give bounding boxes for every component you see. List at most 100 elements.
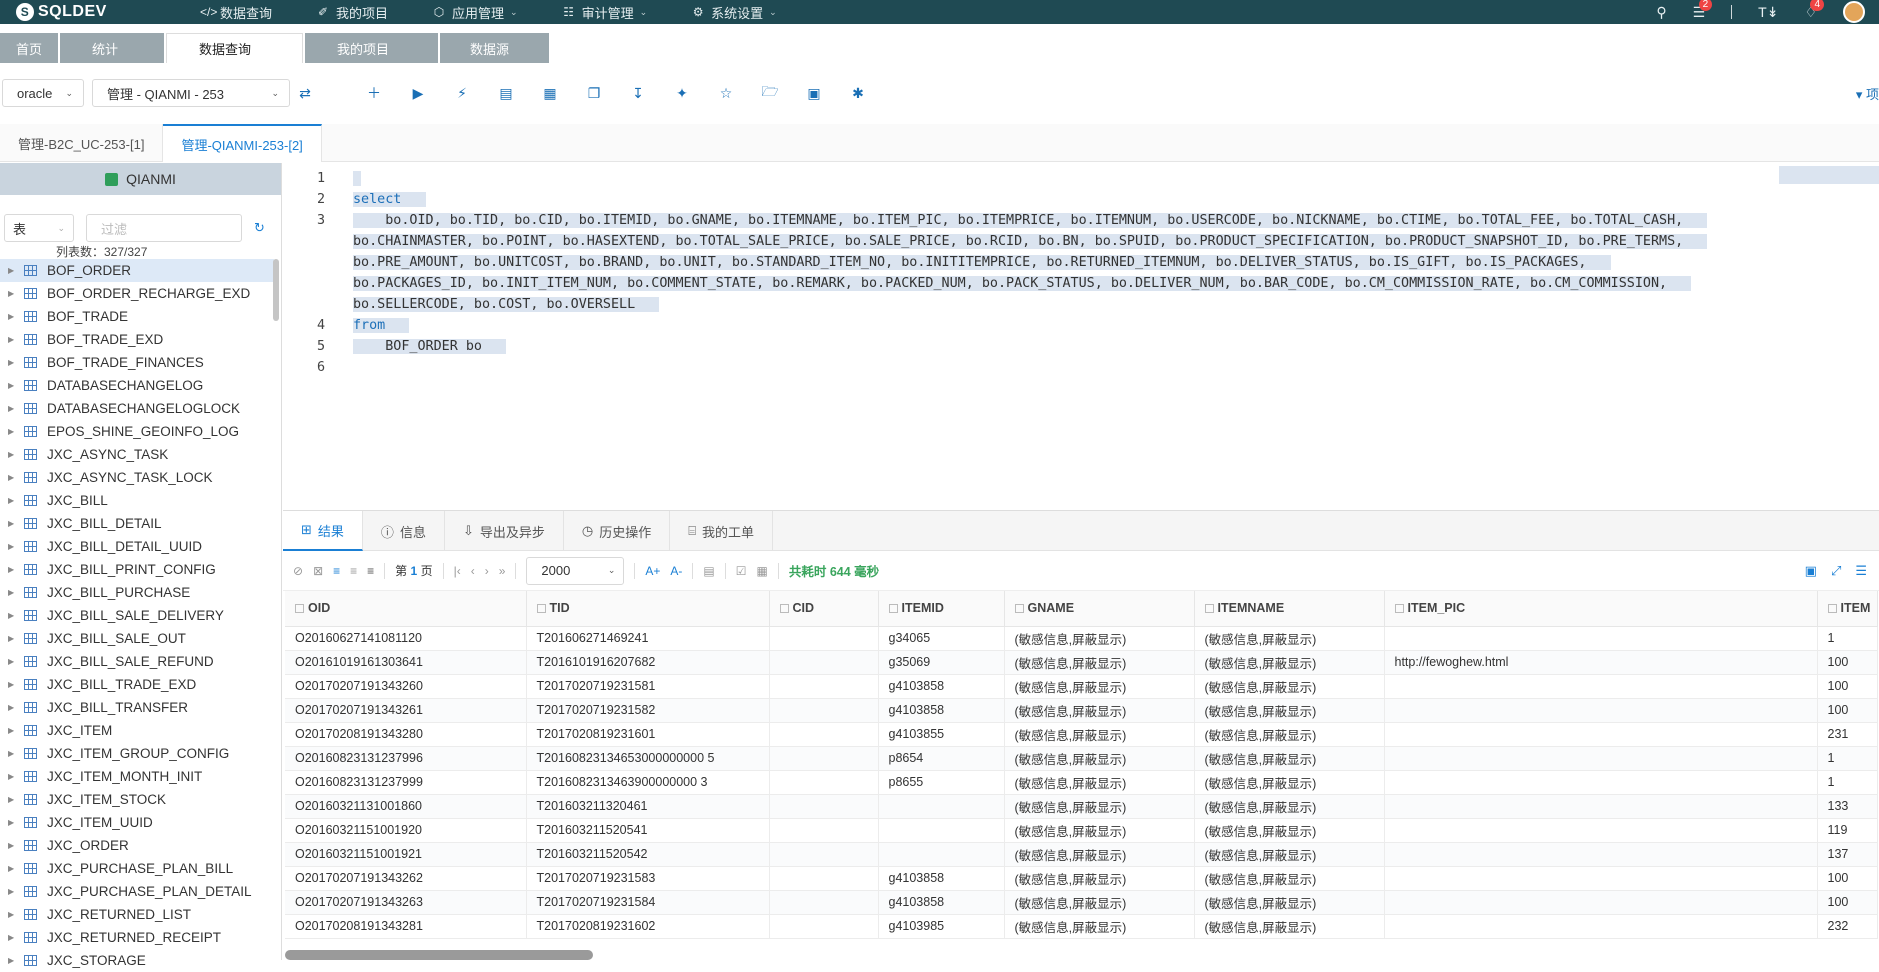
table-row[interactable]: O20161019161303641 T2016101916207682 g3506… [285,650,1878,675]
expand-arrow-icon[interactable]: ▶ [8,312,24,321]
table-cell[interactable]: 1 [1817,770,1878,795]
table-cell[interactable]: (敏感信息,屏蔽显示) [1194,770,1385,795]
table-cell[interactable]: (敏感信息,屏蔽显示) [1004,890,1195,915]
table-cell[interactable] [769,746,879,771]
table-node[interactable]: ▶ BOF_ORDER_RECHARGE_EXD [0,282,274,305]
nav-item-2[interactable]: ⬡ 应用管理 ⌄ [432,3,518,22]
expand-arrow-icon[interactable]: ▶ [8,634,24,643]
nav-item-4[interactable]: ⚙ 系统设置 ⌄ [691,3,777,22]
expand-arrow-icon[interactable]: ▶ [8,657,24,666]
checkbox-icon[interactable]: ☑ [736,564,747,578]
table-cell[interactable] [878,818,1005,843]
table-cell[interactable]: O20161019161303641 [285,650,527,675]
table-node[interactable]: ▶ JXC_PURCHASE_PLAN_DETAIL [0,880,274,903]
expand-arrow-icon[interactable]: ▶ [8,519,24,528]
expand-arrow-icon[interactable]: ▶ [8,703,24,712]
module-tab-1[interactable]: 统计 [60,33,164,63]
column-header[interactable]: ITEMID [878,591,1005,627]
run-icon[interactable]: ▶ [396,85,440,102]
table-node[interactable]: ▶ JXC_BILL_SALE_OUT [0,627,274,650]
expand-arrow-icon[interactable]: ▶ [8,450,24,459]
table-cell[interactable]: T2017020719231581 [526,674,770,699]
table-cell[interactable]: (敏感信息,屏蔽显示) [1194,866,1385,891]
table-row[interactable]: O20160321151001920 T201603211520541 (敏感信息,… [285,818,1878,843]
table-cell[interactable]: g35069 [878,650,1005,675]
table-cell[interactable]: 231 [1817,722,1878,747]
edit-row-icon[interactable]: ≡ [350,564,357,578]
table-node[interactable]: ▶ JXC_ITEM_GROUP_CONFIG [0,742,274,765]
table-cell[interactable]: g4103855 [878,722,1005,747]
table-cell[interactable]: (敏感信息,屏蔽显示) [1004,842,1195,867]
table-row[interactable]: O20160823131237996 T201608231346530000000… [285,746,1878,771]
star-icon[interactable]: ☆ [704,85,748,102]
expand-arrow-icon[interactable]: ▶ [8,933,24,942]
table-cell[interactable]: g34065 [878,626,1005,651]
table-cell[interactable]: p8655 [878,770,1005,795]
table-node[interactable]: ▶ JXC_BILL_DETAIL_UUID [0,535,274,558]
table-cell[interactable]: (敏感信息,屏蔽显示) [1194,890,1385,915]
table-node[interactable]: ▶ JXC_BILL_TRADE_EXD [0,673,274,696]
table-row[interactable]: O20170208191343281 T2017020819231602 g4103… [285,914,1878,939]
expand-arrow-icon[interactable]: ▶ [8,565,24,574]
table-row[interactable]: O20160627141081120 T201606271469241 g34065… [285,626,1878,651]
column-header[interactable]: OID [285,591,527,627]
list-view-icon[interactable]: ☰ [1855,563,1867,579]
table-cell[interactable]: (敏感信息,屏蔽显示) [1194,626,1385,651]
module-tab-3[interactable]: 我的项目 [305,33,438,63]
sql-editor[interactable]: 1 2 3 4 5 6 select bo.OID, bo.TID, bo.CID, bo… [283,163,1879,508]
table-cell[interactable]: T2016101916207682 [526,650,770,675]
expand-arrow-icon[interactable]: ▶ [8,427,24,436]
expand-arrow-icon[interactable]: ▶ [8,680,24,689]
table-cell[interactable]: (敏感信息,屏蔽显示) [1004,746,1195,771]
table-cell[interactable]: T2017020719231584 [526,890,770,915]
expand-arrow-icon[interactable]: ▶ [8,887,24,896]
delete-row-icon[interactable]: ≡ [367,564,374,578]
table-cell[interactable]: g4103858 [878,890,1005,915]
table-cell[interactable]: (敏感信息,屏蔽显示) [1004,770,1195,795]
table-cell[interactable]: (敏感信息,屏蔽显示) [1194,842,1385,867]
expand-arrow-icon[interactable]: ▶ [8,795,24,804]
table-cell[interactable]: O20170208191343280 [285,722,527,747]
expand-arrow-icon[interactable]: ▶ [8,956,24,965]
db-type-select[interactable]: oracle ⌄ [2,79,84,107]
column-header[interactable]: ITEM_PIC [1384,591,1818,627]
table-cell[interactable]: 119 [1817,818,1878,843]
calendar-icon[interactable]: ▦ [528,85,572,102]
table-node[interactable]: ▶ JXC_BILL_PURCHASE [0,581,274,604]
nav-item-3[interactable]: ☷ 审计管理 ⌄ [562,3,647,22]
results-tab-3[interactable]: ◷ 历史操作 [564,511,671,551]
table-node[interactable]: ▶ JXC_BILL_PRINT_CONFIG [0,558,274,581]
table-node[interactable]: ▶ DATABASECHANGELOG [0,374,274,397]
column-header[interactable]: TID [526,591,770,627]
magic-wand-icon[interactable]: ✦ [660,85,704,102]
table-cell[interactable] [769,674,879,699]
table-cell[interactable]: T2017020819231602 [526,914,770,939]
table-cell[interactable]: (敏感信息,屏蔽显示) [1004,866,1195,891]
expand-arrow-icon[interactable]: ▶ [8,358,24,367]
editor-tab-0[interactable]: 管理-B2C_UC-253-[1] [0,124,164,162]
expand-arrow-icon[interactable]: ▶ [8,726,24,735]
expand-arrow-icon[interactable]: ▶ [8,588,24,597]
table-node[interactable]: ▶ JXC_BILL_SALE_REFUND [0,650,274,673]
table-node[interactable]: ▶ JXC_PURCHASE_PLAN_BILL [0,857,274,880]
tools-icon[interactable]: ✱ [836,85,880,102]
task-icon[interactable]: ☰ 2 [1693,0,1713,21]
module-tab-4[interactable]: 数据源 [440,33,549,63]
column-header[interactable]: ITEMNAME [1194,591,1385,627]
table-cell[interactable]: T201603211520542 [526,842,770,867]
table-row[interactable]: O20160321131001860 T201603211320461 (敏感信息,… [285,794,1878,819]
table-cell[interactable] [769,770,879,795]
table-node[interactable]: ▶ JXC_ITEM_UUID [0,811,274,834]
table-cell[interactable]: 1 [1817,746,1878,771]
table-cell[interactable]: O20160627141081120 [285,626,527,651]
results-hscrollbar[interactable] [285,950,593,960]
table-cell[interactable] [1384,842,1818,867]
table-cell[interactable]: (敏感信息,屏蔽显示) [1004,626,1195,651]
copy-icon[interactable]: ❐ [572,85,616,102]
user-avatar[interactable] [1843,1,1865,23]
table-cell[interactable]: (敏感信息,屏蔽显示) [1194,674,1385,699]
add-row-icon[interactable]: ≡ [333,564,340,578]
table-cell[interactable] [1384,818,1818,843]
expand-arrow-icon[interactable]: ▶ [8,818,24,827]
table-cell[interactable]: (敏感信息,屏蔽显示) [1194,650,1385,675]
